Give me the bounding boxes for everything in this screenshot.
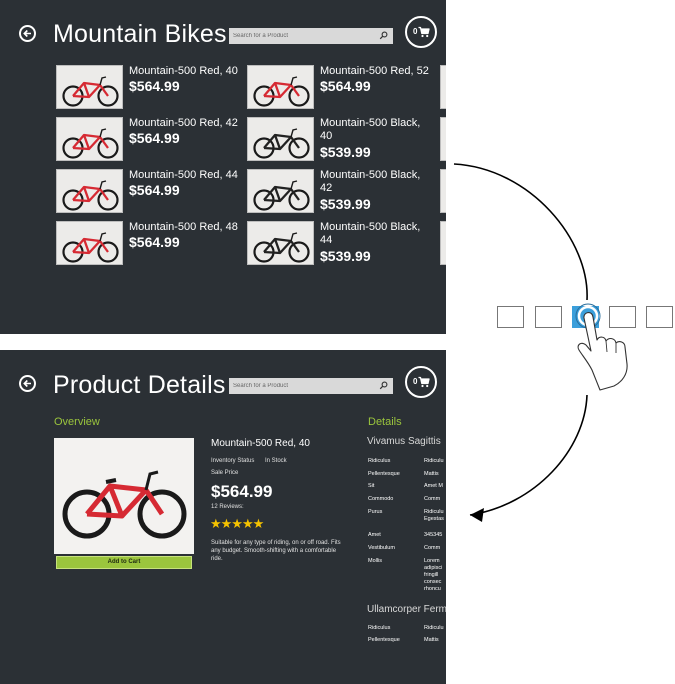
add-to-cart-button[interactable]: Add to Cart bbox=[56, 556, 192, 569]
back-button[interactable] bbox=[19, 25, 36, 42]
review-count[interactable]: 12 Reviews: bbox=[211, 504, 244, 510]
product-price: $539.99 bbox=[320, 196, 371, 212]
product-description: Suitable for any type of riding, on or o… bbox=[211, 540, 341, 562]
arrow-head-icon bbox=[470, 508, 484, 522]
search-box[interactable] bbox=[229, 28, 393, 44]
spec-key: Ridiculus bbox=[368, 458, 391, 464]
product-thumbnail bbox=[247, 169, 314, 213]
mountain-bikes-screen: Mountain Bikes 0 Mountain-500 Red, 40$56… bbox=[0, 0, 446, 334]
product-name: Mountain-500 Red, 42 bbox=[129, 117, 238, 129]
product-price: $564.99 bbox=[129, 130, 180, 146]
product-tile[interactable]: Mountain-500 Red, 44 $564.99 bbox=[56, 169, 242, 215]
search-icon[interactable] bbox=[379, 31, 388, 40]
gesture-box bbox=[535, 306, 562, 328]
page-title: Product Details bbox=[53, 371, 226, 399]
overview-heading: Overview bbox=[54, 416, 100, 428]
product-name: Mountain-500 Black, 44 bbox=[320, 221, 421, 246]
search-icon[interactable] bbox=[379, 381, 388, 390]
spec-value: Lorem adipisci fringill consec rhoncu bbox=[424, 558, 443, 592]
back-button[interactable] bbox=[19, 375, 36, 392]
product-photo bbox=[54, 438, 194, 554]
bike-image-icon bbox=[62, 232, 119, 263]
product-price: $564.99 bbox=[211, 482, 273, 501]
product-name: Mountain-500 Red, 52 bbox=[320, 65, 429, 77]
product-thumbnail bbox=[56, 169, 123, 213]
product-name: Mountain-500 Red, 40 bbox=[211, 438, 310, 449]
product-name: Mountain-500 Red, 48 bbox=[129, 221, 238, 233]
spec-key: Purus bbox=[368, 509, 383, 515]
back-arrow-icon bbox=[23, 379, 31, 388]
inventory-label: Inventory Status bbox=[211, 458, 255, 464]
product-thumbnail bbox=[247, 117, 314, 161]
product-name: Mountain-500 Red, 44 bbox=[129, 169, 238, 181]
bike-image-icon bbox=[62, 128, 119, 159]
product-price: $539.99 bbox=[320, 248, 371, 264]
gesture-box bbox=[646, 306, 673, 328]
bike-image-icon bbox=[253, 76, 310, 107]
spec-key: Pellentesque bbox=[368, 637, 400, 643]
bike-image-icon bbox=[253, 232, 310, 263]
spec-key: Pellentesque bbox=[368, 471, 400, 477]
bike-image-icon bbox=[253, 180, 310, 211]
bike-image-icon bbox=[253, 128, 310, 159]
product-name: Mountain-500 Black, 42 bbox=[320, 169, 421, 194]
spec-value: Mattis bbox=[424, 637, 439, 643]
product-price: $564.99 bbox=[129, 234, 180, 250]
bike-image-icon bbox=[62, 180, 119, 211]
spec-key: Mollis bbox=[368, 558, 383, 564]
page-title: Mountain Bikes bbox=[53, 20, 227, 48]
spec-key: Vestibulum bbox=[368, 545, 395, 551]
spec-group-title: Ullamcorper Ferm bbox=[367, 604, 446, 615]
product-tile[interactable]: Mountain-500 Red, 52 $564.99 bbox=[247, 65, 433, 111]
product-name: Mountain-500 Black, 40 bbox=[320, 117, 421, 142]
gesture-box bbox=[497, 306, 524, 328]
product-price: $539.99 bbox=[320, 144, 371, 160]
cart-button[interactable]: 0 bbox=[405, 366, 437, 398]
spec-value: Ridiculu bbox=[424, 625, 444, 631]
product-thumbnail bbox=[56, 65, 123, 109]
spec-group-title: Vivamus Sagittis bbox=[367, 436, 441, 447]
product-tile[interactable]: Mountain-500 Black, 42 $539.99 bbox=[247, 169, 433, 215]
sale-price-label: Sale Price bbox=[211, 470, 239, 476]
search-input[interactable] bbox=[229, 378, 373, 394]
product-thumbnail bbox=[247, 221, 314, 265]
product-tile[interactable]: Mountain-500 Red, 42 $564.99 bbox=[56, 117, 242, 163]
back-arrow-icon bbox=[23, 29, 31, 38]
rating-stars: ★★★★★ bbox=[210, 516, 264, 531]
product-thumbnail bbox=[56, 117, 123, 161]
cart-icon bbox=[418, 26, 430, 38]
product-thumb-partial[interactable] bbox=[440, 65, 446, 109]
product-thumbnail bbox=[56, 221, 123, 265]
product-name: Mountain-500 Red, 40 bbox=[129, 65, 238, 77]
bike-image-icon bbox=[62, 470, 187, 539]
product-price: $564.99 bbox=[129, 78, 180, 94]
bike-image-icon bbox=[62, 76, 119, 107]
cart-count: 0 bbox=[413, 27, 418, 36]
product-tile[interactable]: Mountain-500 Black, 40 $539.99 bbox=[247, 117, 433, 163]
spec-key: Commodo bbox=[368, 496, 394, 502]
product-tile[interactable]: Mountain-500 Red, 40 $564.99 bbox=[56, 65, 242, 111]
spec-key: Ridiculus bbox=[368, 625, 391, 631]
cart-icon bbox=[418, 376, 430, 388]
search-input[interactable] bbox=[229, 28, 373, 44]
product-tile[interactable]: Mountain-500 Red, 48 $564.99 bbox=[56, 221, 242, 267]
cart-button[interactable]: 0 bbox=[405, 16, 437, 48]
spec-value: 345345 bbox=[424, 532, 443, 538]
product-thumbnail bbox=[247, 65, 314, 109]
spec-value: Comm bbox=[424, 545, 441, 551]
hand-pointer-icon bbox=[575, 303, 628, 391]
product-tile[interactable]: Mountain-500 Black, 44 $539.99 bbox=[247, 221, 433, 267]
details-heading: Details bbox=[368, 416, 402, 428]
product-details-screen: Product Details 0 Overview Details Add t… bbox=[0, 350, 446, 684]
spec-key: Sit bbox=[368, 483, 375, 489]
inventory-value: In Stock bbox=[265, 458, 287, 464]
product-price: $564.99 bbox=[129, 182, 180, 198]
search-box[interactable] bbox=[229, 378, 393, 394]
cart-count: 0 bbox=[413, 377, 418, 386]
product-price: $564.99 bbox=[320, 78, 371, 94]
spec-key: Amet bbox=[368, 532, 381, 538]
